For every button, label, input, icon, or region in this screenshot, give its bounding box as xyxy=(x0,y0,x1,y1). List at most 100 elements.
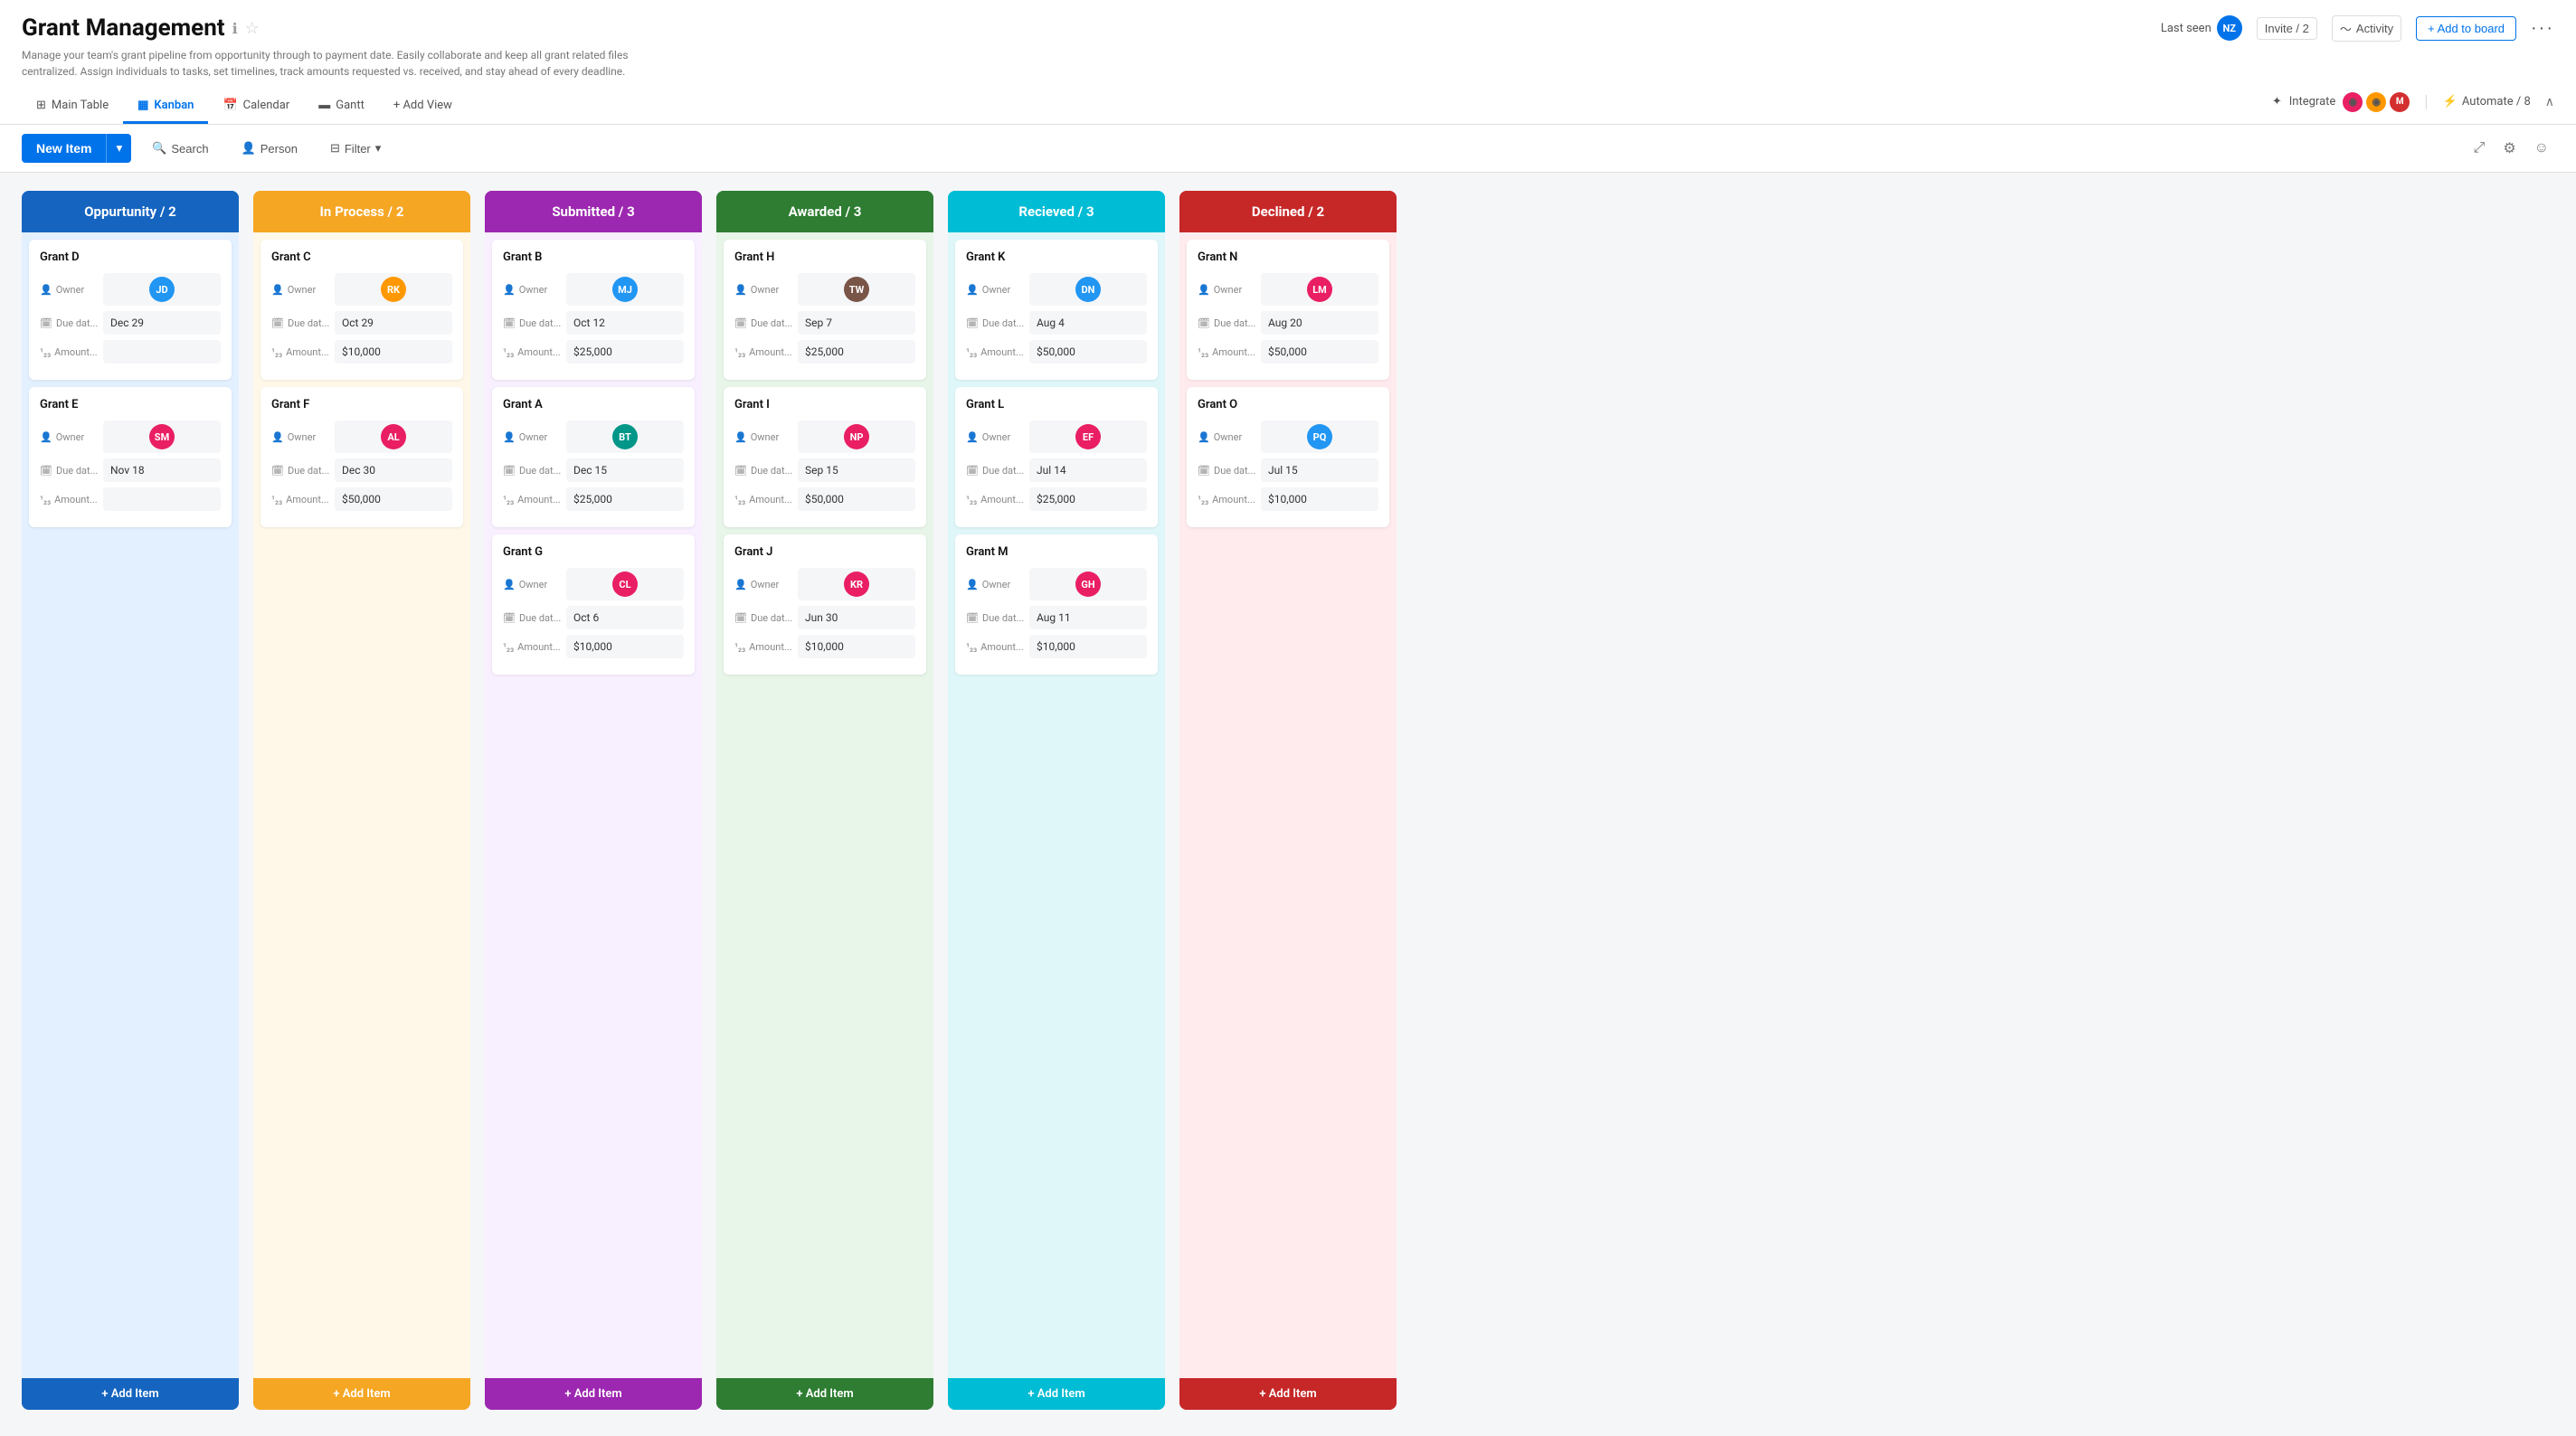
owner-value-grant-o[interactable]: PQ xyxy=(1261,420,1378,453)
invite-button[interactable]: Invite / 2 xyxy=(2257,17,2317,40)
amount-value-grant-a[interactable]: $25,000 xyxy=(566,487,684,511)
activity-button[interactable]: 〜 Activity xyxy=(2332,15,2401,42)
owner-value-grant-a[interactable]: BT xyxy=(566,420,684,453)
search-button[interactable]: 🔍 Search xyxy=(140,134,220,163)
add-item-inprocess[interactable]: + Add Item xyxy=(253,1378,470,1410)
owner-label-grant-a: 👤 Owner xyxy=(503,431,566,443)
amount-value-grant-b[interactable]: $25,000 xyxy=(566,340,684,364)
add-view-button[interactable]: + Add View xyxy=(379,90,467,124)
automate-button[interactable]: ⚡ Automate / 8 xyxy=(2443,95,2531,109)
amount-value-grant-j[interactable]: $10,000 xyxy=(798,635,915,658)
star-icon[interactable]: ☆ xyxy=(245,19,260,38)
avatar-grant-d: JD xyxy=(149,277,175,302)
owner-value-grant-l[interactable]: EF xyxy=(1029,420,1147,453)
expand-icon[interactable]: ⤢ xyxy=(2468,135,2491,162)
owner-value-grant-d[interactable]: JD xyxy=(103,273,221,306)
due-value-grant-d[interactable]: Dec 29 xyxy=(103,311,221,335)
card-grant-g[interactable]: Grant G 👤 Owner CL 🗓 Due dat... Oct 6 ¹₂… xyxy=(492,534,695,675)
new-item-dropdown[interactable]: ▾ xyxy=(106,134,131,163)
owner-value-grant-j[interactable]: KR xyxy=(798,568,915,600)
tab-gantt[interactable]: ▬ Gantt xyxy=(304,89,379,124)
card-grant-c[interactable]: Grant C 👤 Owner RK 🗓 Due dat... Oct 29 ¹… xyxy=(260,240,463,380)
due-value-grant-f[interactable]: Dec 30 xyxy=(335,458,452,482)
due-value-grant-o[interactable]: Jul 15 xyxy=(1261,458,1378,482)
due-value-grant-m[interactable]: Aug 11 xyxy=(1029,606,1147,629)
owner-value-grant-h[interactable]: TW xyxy=(798,273,915,306)
amount-value-grant-l[interactable]: $25,000 xyxy=(1029,487,1147,511)
due-value-grant-l[interactable]: Jul 14 xyxy=(1029,458,1147,482)
toolbar-right: ⤢ ⚙ ☺ xyxy=(2468,134,2555,163)
card-grant-m[interactable]: Grant M 👤 Owner GH 🗓 Due dat... Aug 11 ¹… xyxy=(955,534,1158,675)
owner-value-grant-g[interactable]: CL xyxy=(566,568,684,600)
due-value-grant-k[interactable]: Aug 4 xyxy=(1029,311,1147,335)
card-grant-e[interactable]: Grant E 👤 Owner SM 🗓 Due dat... Nov 18 ¹… xyxy=(29,387,232,527)
amount-value-grant-c[interactable]: $10,000 xyxy=(335,340,452,364)
amount-value-grant-f[interactable]: $50,000 xyxy=(335,487,452,511)
emoji-icon[interactable]: ☺ xyxy=(2529,135,2554,162)
filter-chevron-icon: ▾ xyxy=(375,141,382,156)
owner-value-grant-m[interactable]: GH xyxy=(1029,568,1147,600)
owner-value-grant-b[interactable]: MJ xyxy=(566,273,684,306)
owner-value-grant-n[interactable]: LM xyxy=(1261,273,1378,306)
due-value-grant-c[interactable]: Oct 29 xyxy=(335,311,452,335)
due-value-grant-a[interactable]: Dec 15 xyxy=(566,458,684,482)
due-value-grant-i[interactable]: Sep 15 xyxy=(798,458,915,482)
card-grant-k[interactable]: Grant K 👤 Owner DN 🗓 Due dat... Aug 4 ¹₂… xyxy=(955,240,1158,380)
card-grant-j[interactable]: Grant J 👤 Owner KR 🗓 Due dat... Jun 30 ¹… xyxy=(724,534,926,675)
tab-calendar[interactable]: 📅 Calendar xyxy=(208,90,304,124)
owner-value-grant-f[interactable]: AL xyxy=(335,420,452,453)
amount-value-grant-g[interactable]: $10,000 xyxy=(566,635,684,658)
collapse-icon[interactable]: ∧ xyxy=(2545,95,2554,109)
card-grant-o[interactable]: Grant O 👤 Owner PQ 🗓 Due dat... Jul 15 ¹… xyxy=(1187,387,1389,527)
integrate-icon: ✦ xyxy=(2272,95,2282,109)
amount-value-grant-i[interactable]: $50,000 xyxy=(798,487,915,511)
amount-value-grant-k[interactable]: $50,000 xyxy=(1029,340,1147,364)
due-value-grant-g[interactable]: Oct 6 xyxy=(566,606,684,629)
card-grant-n[interactable]: Grant N 👤 Owner LM 🗓 Due dat... Aug 20 ¹… xyxy=(1187,240,1389,380)
filter-button[interactable]: ⊟ Filter ▾ xyxy=(318,134,393,163)
owner-value-grant-c[interactable]: RK xyxy=(335,273,452,306)
card-grant-b[interactable]: Grant B 👤 Owner MJ 🗓 Due dat... Oct 12 ¹… xyxy=(492,240,695,380)
due-value-grant-n[interactable]: Aug 20 xyxy=(1261,311,1378,335)
card-title-grant-k: Grant K xyxy=(966,250,1147,264)
card-grant-f[interactable]: Grant F 👤 Owner AL 🗓 Due dat... Dec 30 ¹… xyxy=(260,387,463,527)
add-board-button[interactable]: + Add to board xyxy=(2416,16,2516,41)
add-item-submitted[interactable]: + Add Item xyxy=(485,1378,702,1410)
card-grant-d[interactable]: Grant D 👤 Owner JD 🗓 Due dat... Dec 29 ¹… xyxy=(29,240,232,380)
column-opportunity: Oppurtunity / 2Grant D 👤 Owner JD 🗓 Due … xyxy=(22,191,239,1410)
add-item-opportunity[interactable]: + Add Item xyxy=(22,1378,239,1410)
card-grant-a[interactable]: Grant A 👤 Owner BT 🗓 Due dat... Dec 15 ¹… xyxy=(492,387,695,527)
settings-icon[interactable]: ⚙ xyxy=(2497,134,2521,163)
amount-value-grant-o[interactable]: $10,000 xyxy=(1261,487,1378,511)
owner-value-grant-i[interactable]: NP xyxy=(798,420,915,453)
owner-icon-grant-j: 👤 xyxy=(734,579,747,590)
new-item-button[interactable]: New Item xyxy=(22,134,106,163)
due-value-grant-h[interactable]: Sep 7 xyxy=(798,311,915,335)
amount-value-grant-m[interactable]: $10,000 xyxy=(1029,635,1147,658)
integrate-label[interactable]: Integrate xyxy=(2289,95,2336,109)
more-options-button[interactable]: ··· xyxy=(2531,18,2554,39)
card-grant-h[interactable]: Grant H 👤 Owner TW 🗓 Due dat... Sep 7 ¹₂… xyxy=(724,240,926,380)
add-item-awarded[interactable]: + Add Item xyxy=(716,1378,933,1410)
calendar-icon-grant-c: 🗓 xyxy=(271,317,284,329)
add-item-declined[interactable]: + Add Item xyxy=(1179,1378,1397,1410)
person-button[interactable]: 👤 Person xyxy=(230,134,309,163)
due-value-grant-e[interactable]: Nov 18 xyxy=(103,458,221,482)
due-value-grant-b[interactable]: Oct 12 xyxy=(566,311,684,335)
owner-value-grant-k[interactable]: DN xyxy=(1029,273,1147,306)
amount-value-grant-e[interactable] xyxy=(103,487,221,511)
amount-field-grant-a: ¹₂₃ Amount... $25,000 xyxy=(503,487,684,511)
card-grant-l[interactable]: Grant L 👤 Owner EF 🗓 Due dat... Jul 14 ¹… xyxy=(955,387,1158,527)
info-icon[interactable]: ℹ xyxy=(232,20,238,37)
amount-value-grant-d[interactable] xyxy=(103,340,221,364)
amount-value-grant-n[interactable]: $50,000 xyxy=(1261,340,1378,364)
header-actions: Last seen NZ Invite / 2 〜 Activity + Add… xyxy=(2161,15,2554,42)
owner-field-grant-b: 👤 Owner MJ xyxy=(503,273,684,306)
add-item-received[interactable]: + Add Item xyxy=(948,1378,1165,1410)
due-value-grant-j[interactable]: Jun 30 xyxy=(798,606,915,629)
tab-main-table[interactable]: ⊞ Main Table xyxy=(22,90,123,124)
owner-value-grant-e[interactable]: SM xyxy=(103,420,221,453)
card-grant-i[interactable]: Grant I 👤 Owner NP 🗓 Due dat... Sep 15 ¹… xyxy=(724,387,926,527)
tab-kanban[interactable]: ▦ Kanban xyxy=(123,90,208,124)
amount-value-grant-h[interactable]: $25,000 xyxy=(798,340,915,364)
